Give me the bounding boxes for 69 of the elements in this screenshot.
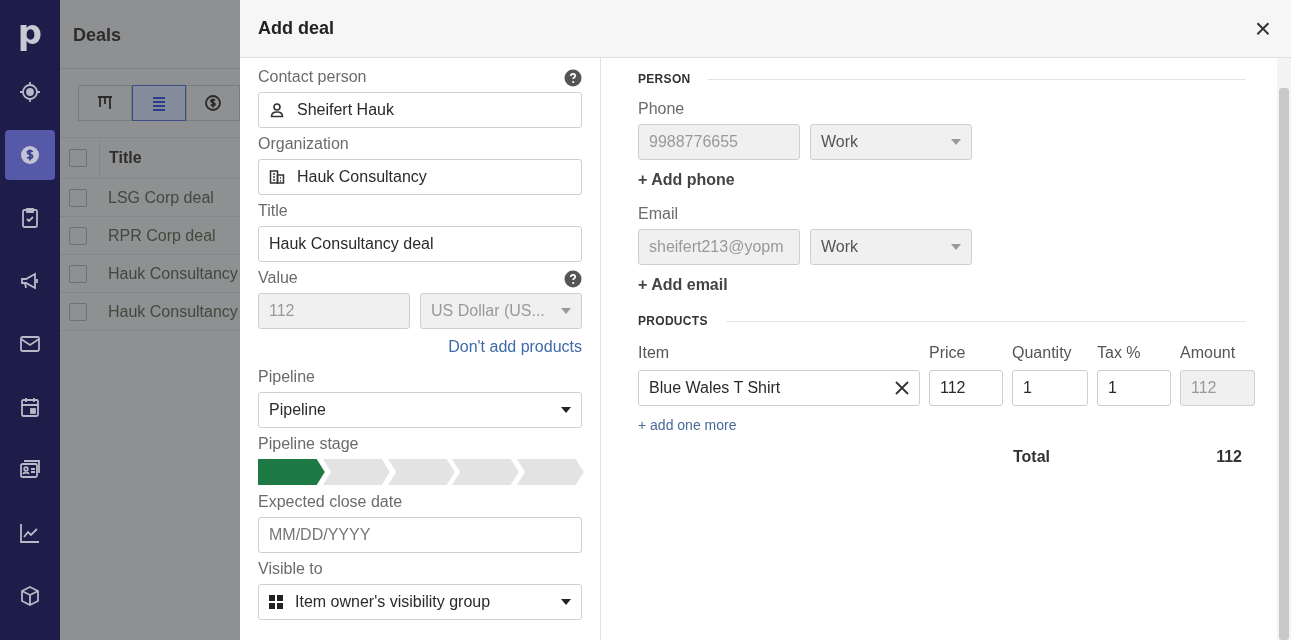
caret-icon (561, 599, 571, 605)
caret-icon (561, 308, 571, 314)
dollar-cycle-icon (204, 94, 222, 112)
visibility-dropdown[interactable]: Item owner's visibility group (258, 584, 582, 620)
checkbox[interactable] (69, 226, 87, 245)
chart-icon (18, 521, 42, 545)
checkbox[interactable] (69, 149, 87, 167)
nav-button[interactable] (5, 130, 55, 180)
add-one-more-link[interactable]: + add one more (638, 417, 737, 433)
dialog-title: Add deal (258, 18, 334, 39)
caret-icon (951, 139, 961, 145)
checkbox[interactable] (69, 264, 87, 283)
pipeline-dropdown[interactable]: Pipeline (258, 392, 582, 428)
title-field[interactable]: Hauk Consultancy deal (258, 226, 582, 262)
dollar-icon (18, 143, 42, 167)
phone-type-dropdown[interactable]: Work (810, 124, 972, 160)
product-field[interactable]: Blue Wales T Shirt (638, 370, 920, 406)
column-header: Price (929, 344, 967, 362)
caret-icon (561, 407, 571, 413)
pipeline-stage[interactable] (258, 459, 325, 485)
price-field[interactable]: 112 (929, 370, 1003, 406)
clear-icon[interactable] (895, 381, 909, 395)
caret-icon (951, 244, 961, 250)
date-field[interactable]: MM/DD/YYYY (258, 517, 582, 553)
section-heading: PERSON (638, 72, 691, 86)
field-label: Phone (638, 100, 685, 118)
columns-icon (96, 94, 114, 112)
email-type-dropdown[interactable]: Work (810, 229, 972, 265)
field-label: Email (638, 205, 678, 223)
forecast-view-button[interactable] (186, 85, 240, 121)
checkbox[interactable] (69, 302, 87, 321)
field-label: Pipeline stage (258, 435, 360, 453)
scrollbar[interactable] (1277, 58, 1291, 640)
close-button[interactable]: × (1252, 14, 1273, 43)
total-label: Total (1013, 448, 1051, 466)
list-view-button[interactable] (132, 85, 186, 121)
section-heading: PRODUCTS (638, 314, 708, 328)
help-icon[interactable] (564, 270, 582, 288)
person-icon (269, 102, 285, 118)
quantity-field[interactable]: 1 (1012, 370, 1088, 406)
column-header: Tax % (1097, 344, 1142, 362)
field-label: Expected close date (258, 493, 404, 511)
column-header[interactable]: Title (99, 138, 142, 178)
field-label: Value (258, 269, 298, 287)
field-label: Organization (258, 135, 350, 153)
add-phone-link[interactable]: + Add phone (638, 171, 735, 189)
field-label: Contact person (258, 68, 367, 86)
pipeline-view-button[interactable] (78, 85, 132, 121)
column-header: Item (638, 344, 671, 362)
box-icon (18, 584, 42, 608)
add-email-link[interactable]: + Add email (638, 276, 728, 294)
calendar-icon (18, 395, 42, 419)
tax-field[interactable]: 1 (1097, 370, 1171, 406)
logo[interactable]: p (17, 10, 43, 54)
target-icon (18, 80, 42, 104)
grid-icon (269, 595, 283, 609)
list-icon (150, 94, 168, 112)
field-label: Pipeline (258, 368, 316, 386)
total-value: 112 (1216, 448, 1242, 466)
column-header: Quantity (1012, 344, 1073, 362)
building-icon (269, 169, 285, 185)
field-label: Title (258, 202, 289, 220)
contact-person-field[interactable]: Sheifert Hauk (258, 92, 582, 128)
dont-add-products-link[interactable]: Don't add products (448, 338, 582, 356)
column-header: Amount (1180, 344, 1237, 362)
field-label: Visible to (258, 560, 324, 578)
checkbox[interactable] (69, 188, 87, 207)
help-icon[interactable] (564, 69, 582, 87)
organization-field[interactable]: Hauk Consultancy (258, 159, 582, 195)
